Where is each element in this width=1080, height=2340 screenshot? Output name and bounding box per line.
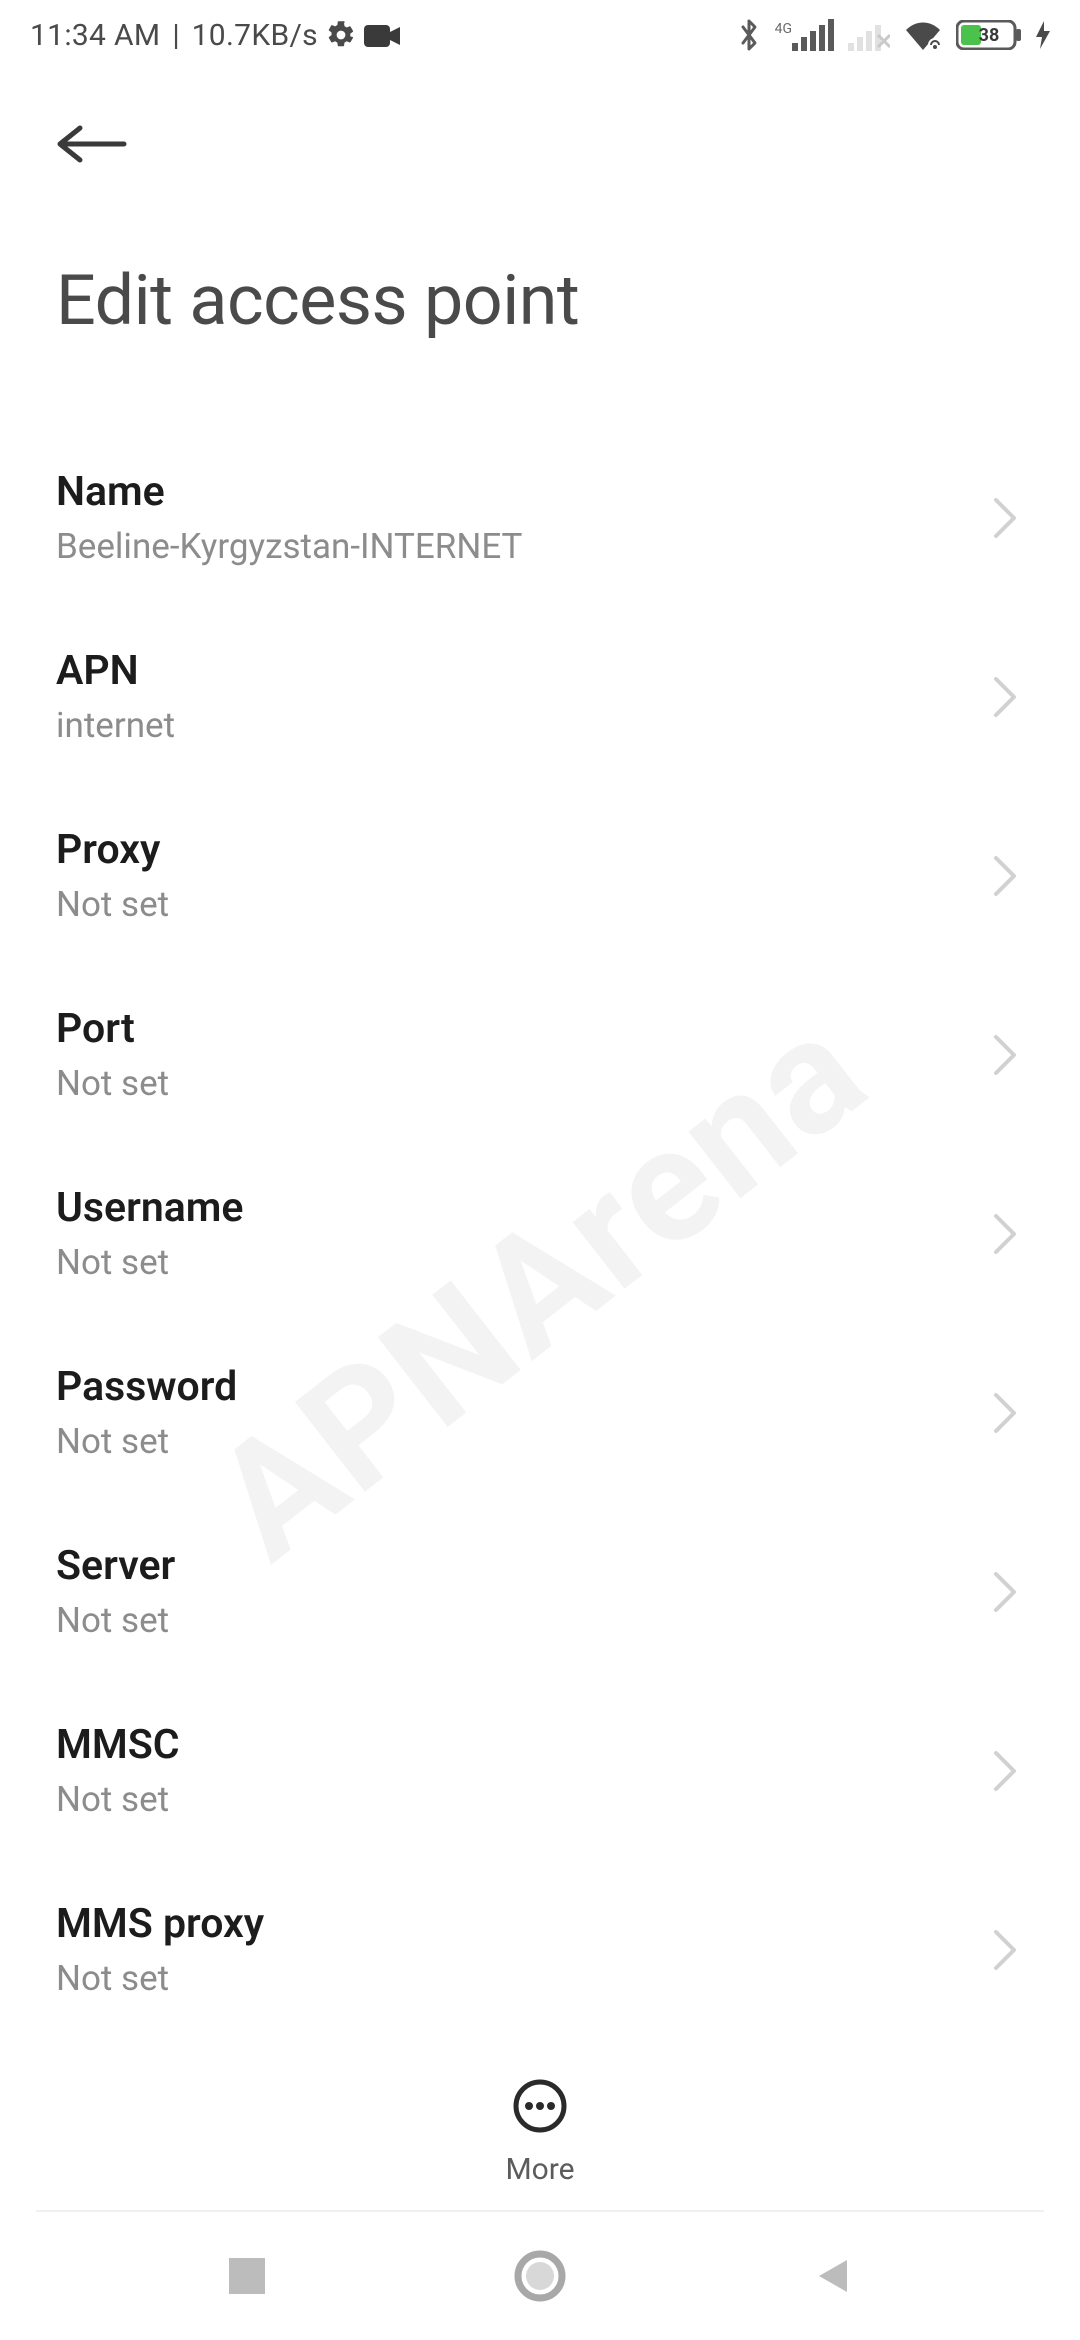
row-apn[interactable]: APN internet (0, 607, 1080, 786)
row-name[interactable]: Name Beeline-Kyrgyzstan-INTERNET (0, 428, 1080, 607)
nav-recents-button[interactable] (217, 2248, 277, 2308)
row-username[interactable]: Username Not set (0, 1144, 1080, 1323)
status-left: 11:34 AM | 10.7KB/s (30, 18, 400, 53)
recents-square-icon (225, 2254, 269, 2302)
system-nav-bar (0, 2216, 1080, 2340)
chevron-right-icon (990, 1749, 1020, 1793)
row-label: APN (56, 647, 175, 695)
row-label: Proxy (56, 826, 169, 874)
chevron-right-icon (990, 1033, 1020, 1077)
page-title: Edit access point (56, 260, 1024, 342)
signal-bars-icon (792, 19, 834, 51)
row-label: MMSC (56, 1721, 180, 1769)
signal-sim2-no-service-icon (848, 19, 890, 51)
back-button[interactable] (56, 110, 128, 182)
status-divider: | (172, 18, 179, 53)
row-proxy[interactable]: Proxy Not set (0, 786, 1080, 965)
back-triangle-icon (811, 2254, 855, 2302)
row-value: Beeline-Kyrgyzstan-INTERNET (56, 526, 522, 567)
row-label: Username (56, 1184, 243, 1232)
chevron-right-icon (990, 1212, 1020, 1256)
row-value: Not set (56, 1421, 237, 1462)
more-label: More (505, 2152, 574, 2187)
row-label: Name (56, 468, 522, 516)
wifi-icon (904, 20, 942, 50)
row-value: Not set (56, 1242, 243, 1283)
settings-activity-icon (326, 20, 356, 50)
status-time: 11:34 AM (30, 18, 160, 53)
row-value: Not set (56, 1958, 264, 1999)
row-label: Server (56, 1542, 175, 1590)
status-net-speed: 10.7KB/s (192, 18, 318, 53)
camera-indicator-icon (364, 22, 400, 48)
row-value: Not set (56, 1600, 175, 1641)
chevron-right-icon (990, 1570, 1020, 1614)
chevron-right-icon (990, 854, 1020, 898)
row-mmsc[interactable]: MMSC Not set (0, 1681, 1080, 1860)
row-value: Not set (56, 1063, 169, 1104)
row-value: Not set (56, 1779, 180, 1820)
nav-home-button[interactable] (510, 2248, 570, 2308)
row-port[interactable]: Port Not set (0, 965, 1080, 1144)
charging-bolt-icon (1036, 21, 1050, 49)
row-password[interactable]: Password Not set (0, 1323, 1080, 1502)
nav-back-button[interactable] (803, 2248, 863, 2308)
battery-percent-text: 38 (979, 25, 1000, 46)
bluetooth-icon (737, 17, 761, 53)
back-arrow-icon (56, 124, 128, 168)
row-label: MMS proxy (56, 1900, 264, 1948)
status-bar: 11:34 AM | 10.7KB/s 4G (0, 0, 1080, 70)
row-server[interactable]: Server Not set (0, 1502, 1080, 1681)
chevron-right-icon (990, 1391, 1020, 1435)
more-ellipsis-icon (512, 2078, 568, 2138)
signal-sim1: 4G (775, 19, 834, 51)
bottom-divider (36, 2210, 1044, 2212)
chevron-right-icon (990, 675, 1020, 719)
row-label: Password (56, 1363, 237, 1411)
settings-list: Name Beeline-Kyrgyzstan-INTERNET APN int… (0, 428, 1080, 2039)
battery-icon: 38 (956, 20, 1022, 50)
bottom-action-bar: More (0, 2052, 1080, 2212)
row-value: Not set (56, 884, 169, 925)
chevron-right-icon (990, 1928, 1020, 1972)
chevron-right-icon (990, 496, 1020, 540)
header: Edit access point (0, 70, 1080, 342)
status-right: 4G (737, 17, 1050, 53)
row-label: Port (56, 1005, 169, 1053)
row-value: internet (56, 705, 175, 746)
mobile-4g-label: 4G (775, 21, 792, 37)
home-circle-icon (512, 2248, 568, 2308)
more-button[interactable]: More (505, 2078, 574, 2187)
